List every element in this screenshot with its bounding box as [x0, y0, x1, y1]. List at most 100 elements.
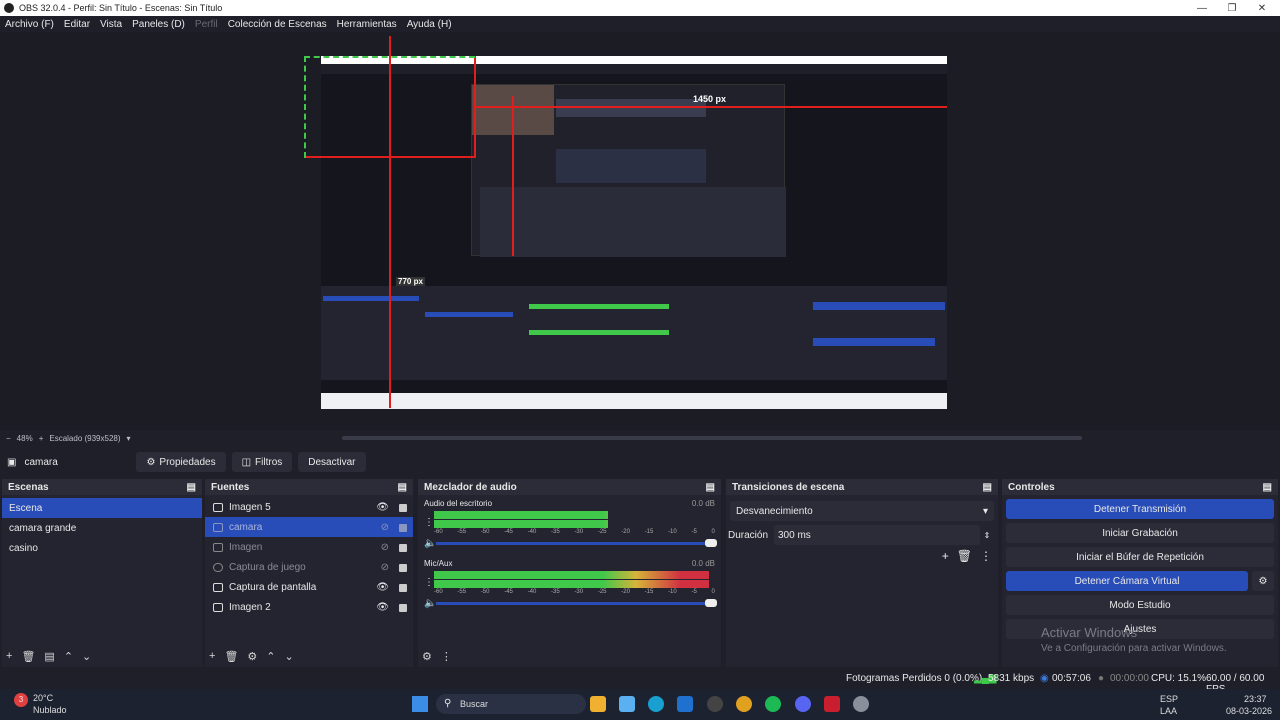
trash-icon[interactable]: 🗑 [224, 650, 238, 663]
settings-taskbar-icon[interactable] [853, 696, 869, 712]
source-item[interactable]: Captura de juego ⊘ [205, 557, 413, 577]
bitrate: 5831 kbps [988, 673, 1035, 684]
scene-item[interactable]: casino [2, 538, 202, 558]
menu-help[interactable]: Ayuda (H) [407, 19, 452, 30]
windows-start-icon[interactable] [412, 696, 428, 712]
move-down-icon[interactable]: ⌄ [285, 650, 294, 663]
source-item[interactable]: Imagen 5 👁 [205, 497, 413, 517]
restore-icon[interactable]: ❐ [1217, 0, 1247, 16]
zoom-in-button[interactable]: + [39, 434, 44, 443]
file-explorer-icon[interactable] [590, 696, 606, 712]
menu-file[interactable]: Archivo (F) [5, 19, 54, 30]
duration-input[interactable]: 300 ms [774, 525, 980, 545]
add-icon[interactable]: + [942, 549, 949, 563]
menu-scene-collection[interactable]: Colección de Escenas [228, 19, 327, 30]
transition-select[interactable]: Desvanecimiento ▾ [730, 501, 994, 521]
input-language[interactable]: ESP [1160, 694, 1178, 704]
source-item[interactable]: Captura de pantalla 👁 [205, 577, 413, 597]
sources-header: Fuentes ▤ [205, 479, 413, 495]
mixer-menu-icon[interactable]: ⋮ [441, 650, 452, 663]
properties-button[interactable]: ⚙ Propiedades [136, 452, 226, 472]
filters-icon[interactable]: ▤ [44, 650, 54, 663]
filters-button[interactable]: ◫ Filtros [231, 452, 293, 472]
source-item[interactable]: Imagen ⊘ [205, 537, 413, 557]
clock-date[interactable]: 08-03-2026 [1226, 706, 1272, 716]
stop-virtual-camera-button[interactable]: Detener Cámara Virtual [1006, 571, 1248, 591]
chrome-icon[interactable] [736, 696, 752, 712]
eye-icon[interactable]: 👁 [376, 602, 389, 613]
menu-tools[interactable]: Herramientas [337, 19, 397, 30]
lock-icon[interactable] [399, 564, 407, 572]
eye-hidden-icon[interactable]: ⊘ [381, 522, 389, 533]
lock-icon[interactable] [399, 584, 407, 592]
speaker-icon[interactable]: 🔈 [424, 598, 436, 609]
eye-hidden-icon[interactable]: ⊘ [381, 542, 389, 553]
discord-icon[interactable] [795, 696, 811, 712]
scene-item[interactable]: Escena [2, 498, 202, 518]
lock-icon[interactable] [399, 604, 407, 612]
channel-menu-icon[interactable]: ⋮ [424, 517, 434, 528]
store-icon[interactable] [677, 696, 693, 712]
app-red-icon[interactable] [824, 696, 840, 712]
speaker-icon[interactable]: 🔈 [424, 538, 436, 549]
transition-menu-icon[interactable]: ⋮ [980, 549, 992, 563]
eye-hidden-icon[interactable]: ⊘ [381, 562, 389, 573]
stop-streaming-button[interactable]: Detener Transmisión [1006, 499, 1274, 519]
move-down-icon[interactable]: ⌄ [82, 650, 91, 663]
disable-button[interactable]: Desactivar [298, 452, 366, 472]
start-recording-button[interactable]: Iniciar Grabación [1006, 523, 1274, 543]
add-icon[interactable]: + [209, 650, 215, 662]
replay-buffer-button[interactable]: Iniciar el Búfer de Repetición [1006, 547, 1274, 567]
trash-icon[interactable]: 🗑 [957, 549, 972, 563]
eye-icon[interactable]: 👁 [376, 502, 389, 513]
add-icon[interactable]: + [6, 650, 12, 662]
bbox-dashed-left [304, 56, 306, 158]
scene-item[interactable]: camara grande [2, 518, 202, 538]
menu-docks[interactable]: Paneles (D) [132, 19, 185, 30]
dock-menu-icon[interactable]: ▤ [983, 482, 992, 493]
clock-time[interactable]: 23:37 [1244, 694, 1267, 704]
search-box[interactable]: ⚲ Buscar [436, 694, 586, 714]
dock-menu-icon[interactable]: ▤ [398, 482, 407, 493]
studio-mode-button[interactable]: Modo Estudio [1006, 595, 1274, 615]
close-icon[interactable]: ✕ [1247, 0, 1277, 16]
lock-icon[interactable] [399, 524, 407, 532]
lock-icon[interactable] [399, 504, 407, 512]
source-label: Captura de juego [229, 561, 306, 573]
source-item[interactable]: Imagen 2 👁 [205, 597, 413, 617]
menu-edit[interactable]: Editar [64, 19, 90, 30]
volume-slider[interactable] [436, 539, 717, 547]
obs-taskbar-icon[interactable] [707, 696, 723, 712]
spotify-icon[interactable] [765, 696, 781, 712]
eye-icon[interactable]: 👁 [376, 582, 389, 593]
menu-view[interactable]: Vista [100, 19, 122, 30]
studio-mode-label: Modo Estudio [1109, 599, 1171, 611]
meter-tick: -25 [597, 529, 607, 535]
horizontal-scrollbar[interactable] [342, 436, 1082, 440]
slider-handle[interactable] [705, 539, 717, 547]
trash-icon[interactable]: 🗑 [21, 650, 35, 663]
slider-handle[interactable] [705, 599, 717, 607]
source-item[interactable]: camara ⊘ [205, 517, 413, 537]
dock-menu-icon[interactable]: ▤ [706, 482, 715, 493]
lock-icon[interactable] [399, 544, 407, 552]
volume-slider[interactable] [436, 599, 717, 607]
advanced-audio-icon[interactable]: ⚙ [422, 650, 432, 663]
preview-canvas[interactable]: 1450 px 770 px [321, 56, 947, 409]
channel-menu-icon[interactable]: ⋮ [424, 577, 434, 588]
minimize-icon[interactable]: — [1187, 0, 1217, 16]
scale-dropdown-icon[interactable]: ▾ [127, 434, 131, 443]
menu-profile[interactable]: Perfil [195, 19, 218, 30]
input-language-layout[interactable]: LAA [1160, 706, 1177, 716]
spinner-icon[interactable]: ⇕ [980, 531, 994, 540]
move-up-icon[interactable]: ⌃ [64, 650, 73, 663]
edge-icon[interactable] [648, 696, 664, 712]
copilot-icon[interactable] [619, 696, 635, 712]
dock-menu-icon[interactable]: ▤ [187, 482, 196, 493]
nested-scene-sel [323, 296, 419, 301]
zoom-out-button[interactable]: − [6, 434, 11, 443]
virtual-camera-settings-button[interactable]: ⚙ [1252, 571, 1274, 591]
move-up-icon[interactable]: ⌃ [266, 650, 275, 663]
gear-icon[interactable]: ⚙ [247, 650, 257, 663]
dock-menu-icon[interactable]: ▤ [1263, 482, 1272, 493]
